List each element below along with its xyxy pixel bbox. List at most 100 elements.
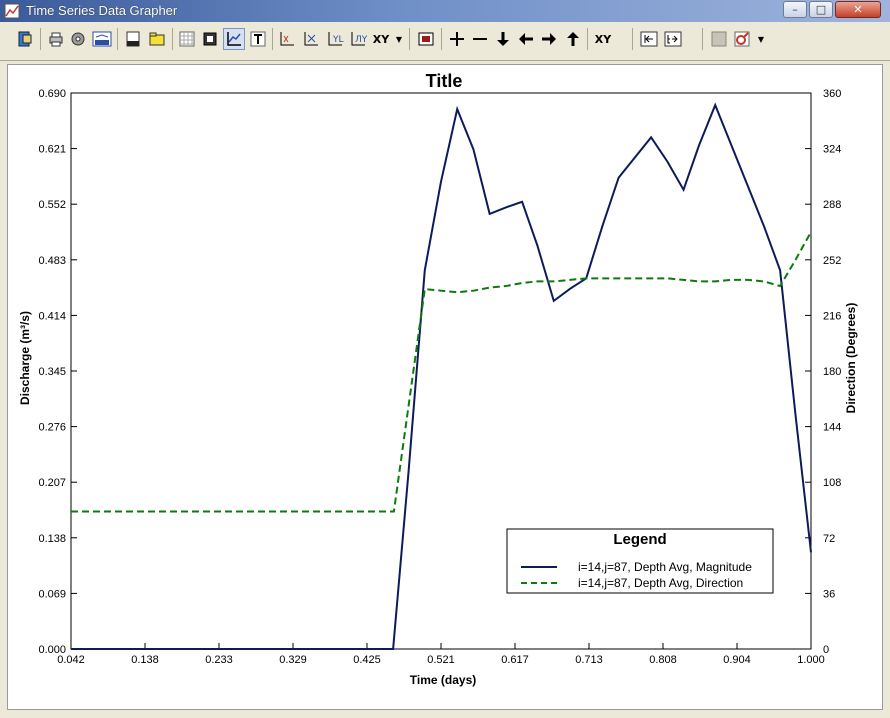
copy-icon (203, 32, 217, 46)
y-left-tick-label: 0.345 (38, 366, 66, 378)
app-icon (4, 3, 20, 19)
y-left-tick-label: 0.276 (38, 422, 66, 434)
axes-icon (227, 32, 241, 46)
window-title: Time Series Data Grapher (26, 3, 178, 18)
save-icon (126, 31, 140, 47)
arrow-left-icon (519, 33, 533, 45)
xy-mode-dropdown[interactable]: ▼ (394, 28, 404, 50)
x-tick-label: 0.233 (205, 654, 233, 666)
chevron-down-icon: ▼ (395, 34, 403, 44)
disabled-button[interactable] (708, 28, 730, 50)
x-axis-button[interactable] (276, 28, 298, 50)
x-tick-label: 0.713 (575, 654, 603, 666)
x-tick-label: 0.808 (649, 654, 677, 666)
record-icon (418, 32, 434, 46)
y-right-tick-label: 360 (823, 88, 841, 100)
exit-button[interactable] (14, 28, 36, 50)
y-right-axis-button[interactable]: ЛY (347, 28, 369, 50)
toolbar-separator (441, 28, 442, 50)
zoom-in-button[interactable] (446, 28, 468, 50)
first-button[interactable] (638, 28, 660, 50)
y-left-axis-button[interactable]: YL (324, 28, 346, 50)
xy-button-label: XY (594, 32, 612, 46)
y-right-tick-label: 36 (823, 588, 835, 600)
y-left-tick-label: 0.552 (38, 199, 66, 211)
exit-icon (18, 31, 32, 47)
y-right-tick-label: 108 (823, 477, 841, 489)
record-button[interactable] (415, 28, 437, 50)
y-left-tick-label: 0.000 (38, 644, 66, 656)
y-left-icon: YL (328, 32, 344, 46)
pan-up-button[interactable] (562, 28, 584, 50)
maximize-button[interactable]: □ (809, 1, 833, 18)
color-dropdown[interactable]: ▼ (756, 28, 766, 50)
y-left-tick-label: 0.414 (38, 310, 66, 322)
chart: Title 0.042 0.138 0.233 0.329 0.425 0.521 0.61… (18, 71, 858, 687)
print-button[interactable] (45, 28, 67, 50)
color-button[interactable] (731, 28, 753, 50)
y-right-axis-ticks: 0 36 72 108 144 180 216 252 288 324 360 (805, 88, 841, 656)
series-direction-line (71, 231, 812, 513)
y-right-tick-label: 216 (823, 310, 841, 322)
y-right-tick-label: 252 (823, 255, 841, 267)
legend-title: Legend (613, 531, 666, 548)
last-button[interactable] (662, 28, 684, 50)
y-left-tick-label: 0.621 (38, 144, 66, 156)
toolbar-separator (272, 28, 273, 50)
y-left-tick-label: 0.069 (38, 588, 66, 600)
x-tick-label: 0.904 (723, 654, 751, 666)
text-button[interactable] (247, 28, 269, 50)
plus-icon (450, 32, 464, 46)
text-icon (250, 31, 266, 47)
toolbar-separator (632, 28, 633, 50)
axes-button[interactable] (223, 28, 245, 50)
x-axis-icon (280, 32, 294, 46)
x-tick-label: 1.000 (797, 654, 825, 666)
blank-icon (711, 31, 727, 47)
y-right-icon: ЛY (351, 32, 367, 46)
minimize-icon: – (792, 3, 798, 16)
zoom-out-button[interactable] (469, 28, 491, 50)
xy-button[interactable]: XY (592, 28, 614, 50)
close-button[interactable]: ✕ (835, 1, 881, 18)
export-emf-button[interactable] (91, 28, 113, 50)
grid-button[interactable] (176, 28, 198, 50)
svg-text:ЛY: ЛY (355, 35, 367, 45)
x-tick-label: 0.329 (279, 654, 307, 666)
toolbar-separator (117, 28, 118, 50)
y-right-tick-label: 72 (823, 533, 835, 545)
x-scale-button[interactable] (300, 28, 322, 50)
legend-label-direction: i=14,j=87, Depth Avg, Direction (578, 576, 743, 590)
x-tick-label: 0.521 (427, 654, 455, 666)
arrow-up-icon (567, 32, 579, 46)
emf-icon (92, 31, 112, 47)
toolbar-separator (702, 28, 703, 50)
y-left-axis-label: Discharge (m³/s) (18, 311, 32, 405)
pan-right-button[interactable] (538, 28, 560, 50)
copy-button[interactable] (199, 28, 221, 50)
save-button[interactable] (122, 28, 144, 50)
minus-icon (473, 38, 487, 40)
y-right-axis-label: Direction (Degrees) (844, 303, 858, 414)
toolbar-separator (587, 28, 588, 50)
toolbar-separator (409, 28, 410, 50)
y-left-tick-label: 0.138 (38, 533, 66, 545)
xy-mode-label: XY (372, 32, 390, 46)
open-button[interactable] (146, 28, 168, 50)
settings-button[interactable] (67, 28, 89, 50)
xy-mode-button[interactable]: XY (369, 28, 393, 50)
color-icon (734, 31, 750, 47)
legend: Legend i=14,j=87, Depth Avg, Magnitude i… (506, 528, 774, 594)
pan-down-button[interactable] (492, 28, 514, 50)
legend-label-magnitude: i=14,j=87, Depth Avg, Magnitude (578, 560, 752, 574)
arrow-right-icon (542, 33, 556, 45)
maximize-icon: □ (815, 3, 827, 16)
y-left-tick-label: 0.690 (38, 88, 66, 100)
pan-left-button[interactable] (515, 28, 537, 50)
y-right-tick-label: 0 (823, 644, 829, 656)
chevron-down-icon: ▼ (757, 34, 765, 44)
last-icon (664, 31, 682, 47)
svg-text:YL: YL (332, 35, 344, 45)
minimize-button[interactable]: – (783, 1, 807, 18)
toolbar-separator (172, 28, 173, 50)
